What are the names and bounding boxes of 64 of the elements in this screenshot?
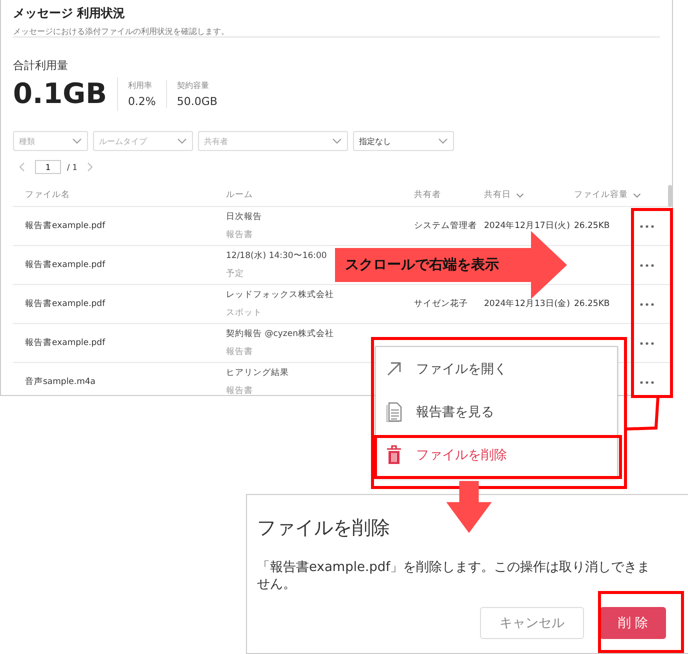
more-icon (640, 380, 654, 384)
menu-item[interactable]: ファイルを開く (376, 348, 617, 389)
filter-dropdown[interactable]: 指定なし (353, 131, 454, 151)
table-cell: サイゼン花子 (414, 298, 468, 310)
table-cell: 報告書example.pdf (25, 220, 106, 232)
stat-label: 契約容量 (176, 80, 210, 91)
room-type: 報告書 (226, 346, 253, 358)
page-title: メッセージ 利用状況 (13, 5, 126, 22)
chevron-down-icon (177, 138, 187, 144)
table-cell: 報告書example.pdf (25, 337, 106, 349)
dialog-title: ファイルを削除 (257, 516, 391, 541)
callout-text: スクロールで右端を表示 (345, 256, 499, 274)
room-name: 日次報告 (226, 211, 262, 223)
usage-label: 合計利用量 (13, 58, 69, 73)
trash-icon (386, 445, 402, 466)
column-header[interactable]: ファイル容量 (574, 189, 641, 201)
filter-dropdown[interactable]: ルームタイプ (93, 131, 193, 151)
arrow-up-right-icon (386, 360, 402, 377)
room-name: 契約報告 @cyzen株式会社 (226, 328, 334, 340)
more-icon (640, 224, 654, 228)
chevron-down-icon (332, 138, 342, 144)
room-type: 報告書 (226, 385, 253, 395)
column-header[interactable]: 共有者 (414, 189, 441, 201)
sort-chevron-icon[interactable] (516, 192, 524, 198)
chevron-down-icon (72, 138, 82, 144)
dialog-message: 「報告書example.pdf」を削除します。この操作は取り消しできません。 (257, 559, 652, 593)
column-header[interactable]: ルーム (214, 189, 253, 201)
menu-item[interactable]: ファイルを削除 (376, 435, 617, 476)
menu-item[interactable]: 報告書を見る (376, 392, 617, 432)
stat-label: 利用率 (128, 80, 153, 91)
table-cell: 2024年12月13日(金) (484, 298, 570, 310)
connector-line (626, 396, 660, 430)
column-header[interactable]: 共有日 (484, 189, 524, 201)
scrollbar-thumb[interactable] (668, 185, 672, 207)
room-name: 12/18(水) 14:30〜16:00 (226, 250, 327, 262)
page-description: メッセージにおける添付ファイルの利用状況を確認します。 (13, 26, 230, 37)
filter-dropdown[interactable]: 種類 (13, 131, 88, 151)
table-cell: 音声sample.m4a (25, 376, 96, 388)
chevron-down-icon (438, 138, 448, 144)
room-name: ヒアリング結果 (226, 367, 289, 379)
more-icon (640, 302, 654, 306)
more-icon (640, 264, 654, 266)
room-name: レッドフォックス株式会社 (226, 289, 334, 301)
stat-value: 50.0GB (176, 95, 218, 108)
column-header[interactable]: ファイル名 (13, 189, 70, 201)
room-type: スポット (226, 307, 262, 319)
table-cell: 2024年12月17日(火) (484, 220, 570, 232)
table-cell: 報告書example.pdf (25, 259, 106, 271)
table-cell: 26.25KB (574, 299, 610, 309)
more-icon (640, 342, 654, 344)
document-icon (386, 402, 402, 422)
sort-chevron-icon[interactable] (633, 192, 641, 198)
stat-value: 0.2% (128, 95, 156, 108)
table-cell: システム管理者 (414, 220, 477, 232)
room-type: 報告書 (226, 229, 253, 241)
table-cell: 報告書example.pdf (25, 298, 106, 310)
room-type: 予定 (226, 268, 244, 280)
page-total: / 1 (67, 162, 78, 172)
page-input[interactable]: 1 (35, 160, 61, 174)
filter-dropdown[interactable]: 共有者 (198, 131, 348, 151)
total-usage: 0.1GB (13, 77, 118, 111)
cancel-button[interactable]: キャンセル (480, 607, 584, 639)
delete-button[interactable]: 削 除 (600, 607, 666, 639)
table-cell: 26.25KB (574, 221, 610, 231)
